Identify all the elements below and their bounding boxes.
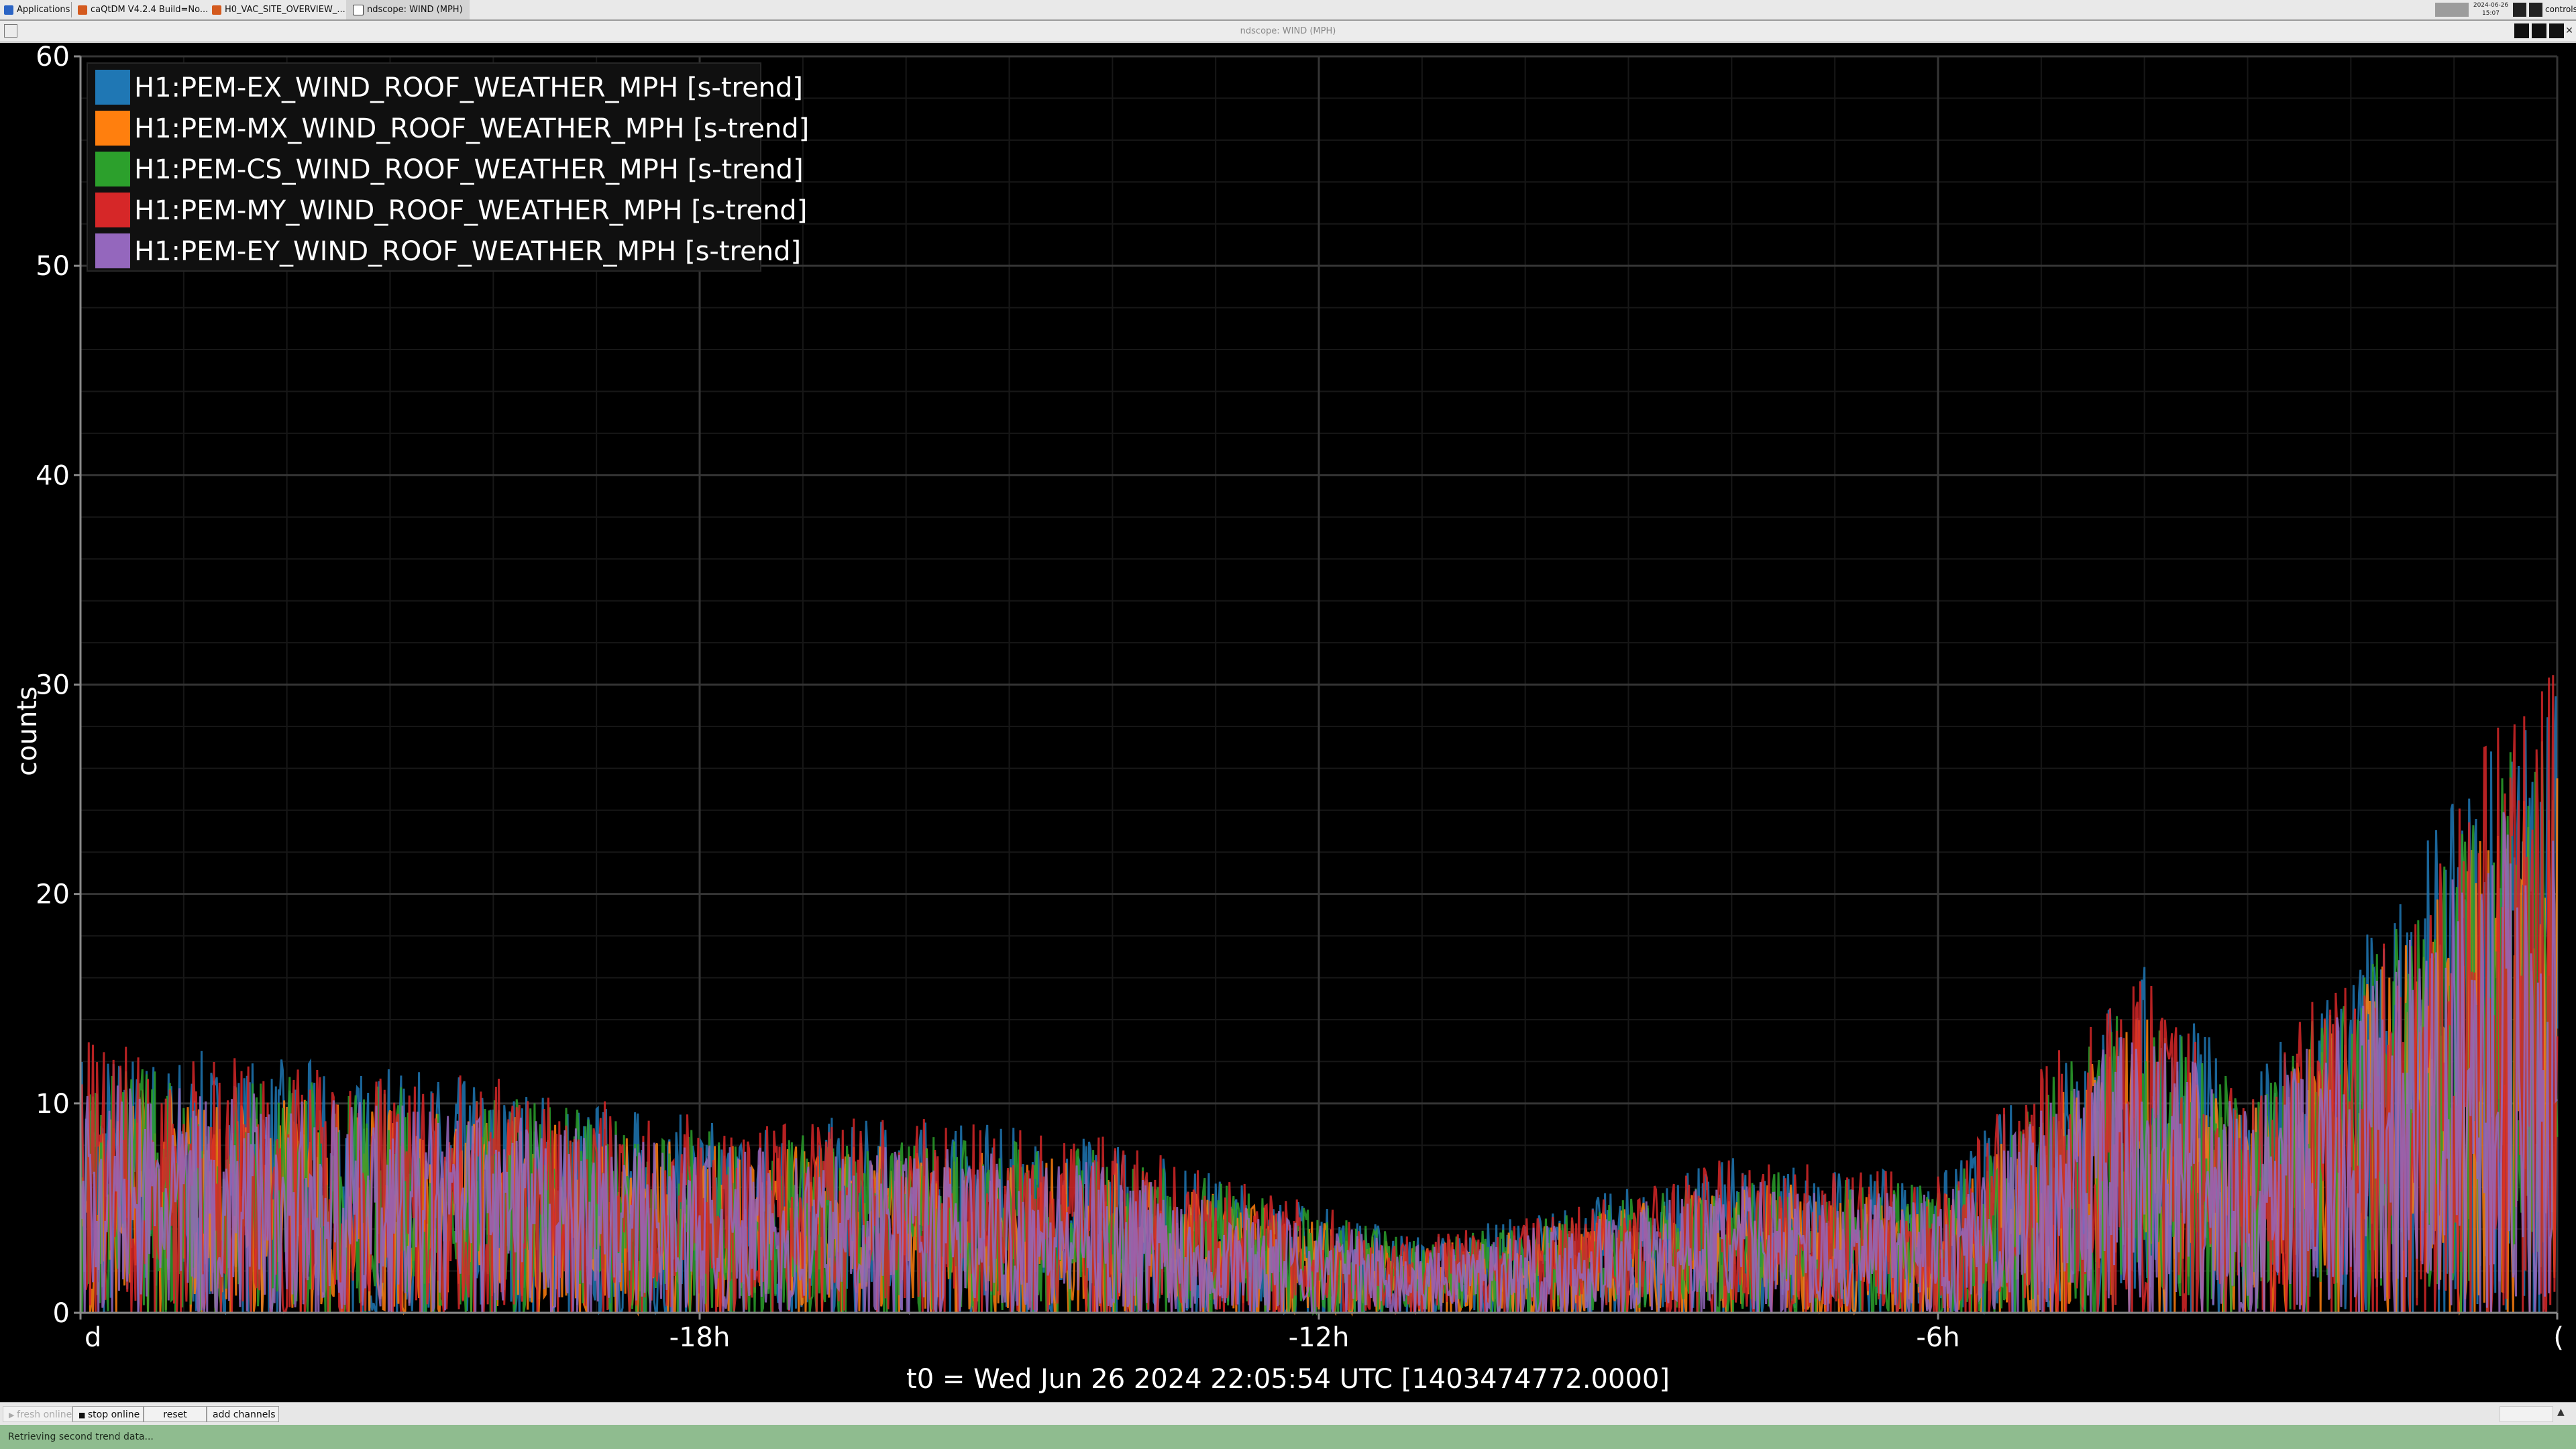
y-axis-label: counts xyxy=(12,686,43,776)
apps-icon xyxy=(4,5,13,15)
y-tick-label: 60 xyxy=(36,43,70,72)
taskbar-task-caqtdm[interactable]: caQtDM V4.2.4 Build=No... xyxy=(78,0,208,19)
caqtdm-icon xyxy=(78,5,87,15)
legend-swatch xyxy=(95,233,130,268)
add-channels-button[interactable]: add channels xyxy=(207,1406,279,1422)
legend[interactable]: H1:PEM-EX_WIND_ROOF_WEATHER_MPH [s-trend… xyxy=(87,62,809,272)
legend-entry[interactable]: H1:PEM-CS_WIND_ROOF_WEATHER_MPH [s-trend… xyxy=(134,154,804,185)
stop-icon: ■ xyxy=(78,1411,88,1419)
x-tick-label: -6h xyxy=(1916,1322,1960,1353)
time-origin-caption: t0 = Wed Jun 26 2024 22:05:54 UTC [14034… xyxy=(906,1364,1670,1395)
stop-online-button[interactable]: ■ stop online xyxy=(72,1406,144,1422)
minimize-button[interactable] xyxy=(2514,23,2529,38)
bottom-toolbar: ▶ fresh online ■ stop online reset add c… xyxy=(0,1402,2576,1426)
y-tick-label: 0 xyxy=(53,1298,70,1329)
applications-menu[interactable]: Applications xyxy=(4,0,70,19)
trend-plot[interactable]: 0102030405060d -18h -12h -6h( counts t0 = W… xyxy=(0,43,2576,1402)
fresh-online-button[interactable]: ▶ fresh online xyxy=(3,1406,72,1422)
desktop-taskbar: Applications caQtDM V4.2.4 Build=No... H… xyxy=(0,0,2576,21)
play-icon: ▶ xyxy=(9,1411,17,1419)
taskbar-task-ndscope[interactable]: ndscope: WIND (MPH) xyxy=(346,0,470,19)
user-label[interactable]: controls xyxy=(2545,0,2576,19)
legend-swatch xyxy=(95,111,130,146)
maximize-button[interactable] xyxy=(2532,23,2546,38)
legend-swatch xyxy=(95,193,130,227)
y-tick-label: 10 xyxy=(36,1089,70,1120)
network-icon[interactable] xyxy=(2513,3,2526,17)
taskbar-divider xyxy=(71,2,72,17)
taskbar-task-vac-overview[interactable]: H0_VAC_SITE_OVERVIEW_... xyxy=(212,0,345,19)
x-tick-label: ( xyxy=(2553,1322,2564,1353)
chevron-up-icon[interactable]: ▲ xyxy=(2557,1407,2565,1417)
legend-entry[interactable]: H1:PEM-EX_WIND_ROOF_WEATHER_MPH [s-trend… xyxy=(134,72,803,103)
y-tick-label: 50 xyxy=(36,251,70,282)
x-tick-label: -12h xyxy=(1289,1322,1350,1353)
window-title: ndscope: WIND (MPH) xyxy=(1240,26,1336,36)
toolbar-right-button[interactable] xyxy=(2500,1406,2553,1422)
x-tick-label: d xyxy=(85,1322,101,1353)
volume-icon[interactable] xyxy=(2529,3,2542,17)
status-bar: Retrieving second trend data... xyxy=(0,1425,2576,1449)
legend-swatch xyxy=(95,152,130,186)
restore-button[interactable] xyxy=(2549,23,2564,38)
legend-entry[interactable]: H1:PEM-MX_WIND_ROOF_WEATHER_MPH [s-trend… xyxy=(134,113,809,144)
reset-button[interactable]: reset xyxy=(144,1406,207,1422)
plot-area[interactable]: 0 10 20 30 40 50 60 d -18h -12h -6h( counts t0 = W… xyxy=(0,43,2576,1402)
ndscope-icon xyxy=(353,4,364,15)
caqtdm-icon xyxy=(212,5,221,15)
legend-entry[interactable]: H1:PEM-MY_WIND_ROOF_WEATHER_MPH [s-trend… xyxy=(134,195,807,226)
legend-entry[interactable]: H1:PEM-EY_WIND_ROOF_WEATHER_MPH [s-trend… xyxy=(134,236,801,267)
y-tick-label: 40 xyxy=(36,460,70,491)
window-titlebar: ndscope: WIND (MPH) ✕ xyxy=(0,21,2576,42)
y-tick-label: 20 xyxy=(36,879,70,910)
close-icon[interactable]: ✕ xyxy=(2564,23,2575,38)
workspace-switcher[interactable] xyxy=(2435,3,2469,17)
clock: 2024-06-26 15:07 xyxy=(2473,2,2509,17)
x-tick-label: -18h xyxy=(669,1322,731,1353)
legend-swatch xyxy=(95,70,130,105)
